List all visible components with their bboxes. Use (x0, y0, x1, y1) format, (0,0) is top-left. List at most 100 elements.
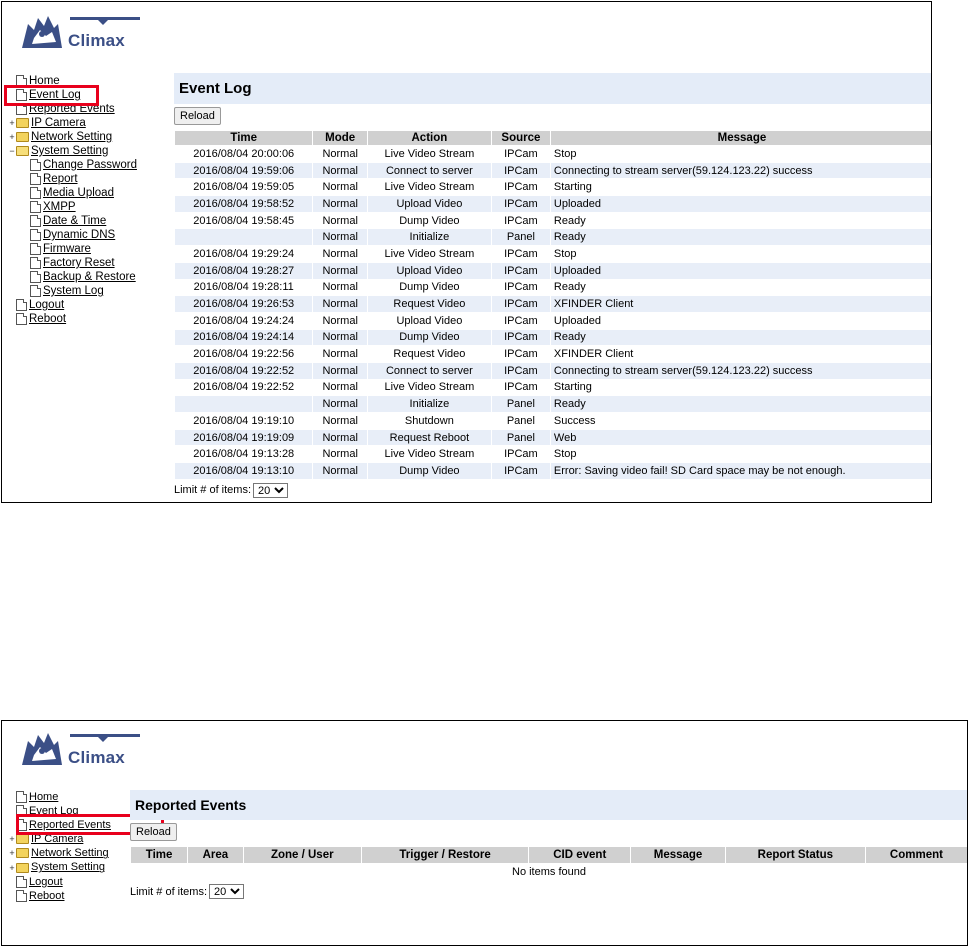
table-row: 2016/08/04 19:59:05 Normal Live Video Stre… (173, 178, 931, 197)
column-header-zone-user[interactable]: Zone / User (242, 846, 362, 864)
column-header-message[interactable]: Message (549, 130, 931, 146)
reload-button[interactable]: Reload (130, 823, 177, 841)
cell-action: Live Video Stream (366, 145, 492, 163)
column-header-trigger-restore[interactable]: Trigger / Restore (360, 846, 530, 864)
sidebar-item-label: Logout (29, 875, 63, 888)
climax-logo: Climax (18, 729, 140, 769)
cell-message: Stop (549, 445, 931, 464)
expand-icon[interactable]: + (8, 863, 16, 872)
sidebar-item-factory-reset[interactable]: Factory Reset (8, 256, 137, 270)
cell-mode: Normal (312, 145, 368, 163)
expand-icon[interactable]: + (8, 133, 16, 142)
event-log-highlight (4, 85, 99, 106)
cell-time: 2016/08/04 19:24:14 (173, 328, 314, 347)
sidebar-item-network-setting[interactable]: + Network Setting (8, 846, 111, 860)
folder-icon (16, 132, 29, 142)
sidebar-item-firmware[interactable]: Firmware (8, 242, 137, 256)
document-icon (30, 243, 41, 255)
reload-button[interactable]: Reload (174, 107, 221, 125)
sidebar-item-label: Logout (29, 299, 65, 311)
column-header-report-status[interactable]: Report Status (724, 846, 866, 864)
table-row: 2016/08/04 20:00:06 Normal Live Video Stre… (173, 145, 931, 163)
column-header-action[interactable]: Action (366, 130, 492, 146)
climax-logo-icon (22, 733, 62, 765)
sidebar-item-media-upload[interactable]: Media Upload (8, 186, 137, 200)
cell-mode: Normal (312, 428, 368, 447)
collapse-icon[interactable]: − (8, 147, 16, 156)
column-header-comment[interactable]: Comment (864, 846, 967, 864)
sidebar-item-label: Backup & Restore (43, 271, 136, 283)
sidebar-item-label: System Log (43, 285, 104, 297)
table-row: 2016/08/04 19:26:53 Normal Request Video IP… (173, 295, 931, 313)
cell-time: 2016/08/04 19:19:10 (173, 412, 314, 430)
cell-message: Ready (549, 228, 931, 247)
cell-time (173, 395, 314, 413)
sidebar-item-home[interactable]: Home (8, 790, 111, 804)
cell-mode: Normal (312, 361, 368, 380)
cell-action: Request Video (366, 345, 492, 363)
cell-message: XFINDER Client (549, 345, 931, 363)
limit-select[interactable]: 20 (253, 482, 289, 498)
column-header-area[interactable]: Area (187, 846, 244, 864)
cell-action: Dump Video (366, 278, 492, 297)
reported-events-screenshot: Climax Home Event Log Reported Events + IP C… (1, 720, 968, 946)
column-header-source[interactable]: Source (490, 130, 551, 146)
sidebar-item-backup-and-restore[interactable]: Backup & Restore (8, 270, 137, 284)
sidebar-item-date-and-time[interactable]: Date & Time (8, 214, 137, 228)
limit-select[interactable]: 20 (209, 884, 245, 899)
sidebar-item-reboot[interactable]: Reboot (8, 889, 111, 903)
sidebar-item-label: XMPP (43, 201, 76, 213)
document-icon (16, 889, 27, 902)
document-icon (30, 257, 41, 269)
page-title: Reported Events (130, 790, 967, 820)
cell-message: Uploaded (549, 195, 931, 213)
folder-icon (16, 862, 29, 873)
cell-time: 2016/08/04 19:13:10 (173, 462, 314, 480)
column-header-cid-event[interactable]: CID event (528, 846, 632, 864)
expand-icon[interactable]: + (8, 835, 16, 844)
cell-mode: Normal (312, 311, 368, 330)
cell-time: 2016/08/04 19:22:52 (173, 378, 314, 397)
sidebar-item-change-password[interactable]: Change Password (8, 158, 137, 172)
column-header-message[interactable]: Message (630, 846, 726, 864)
cell-action: Upload Video (366, 311, 492, 330)
column-header-time[interactable]: Time (129, 846, 189, 864)
document-icon (16, 313, 27, 325)
table-row: Normal Initialize Panel Ready (173, 395, 931, 413)
sidebar-item-report[interactable]: Report (8, 172, 137, 186)
cell-action: Live Video Stream (366, 178, 492, 197)
cell-action: Request Video (366, 295, 492, 313)
cell-source: IPCam (490, 328, 551, 347)
column-header-mode[interactable]: Mode (312, 130, 368, 146)
sidebar-item-label: Reboot (29, 889, 65, 902)
nav-tree: Home Event Log Reported Events + IP Camera + N… (8, 74, 137, 326)
sidebar-item-logout[interactable]: Logout (8, 875, 111, 889)
folder-icon (16, 834, 29, 845)
sidebar-item-system-setting[interactable]: − System Setting (8, 144, 137, 158)
sidebar-item-reboot[interactable]: Reboot (8, 312, 137, 326)
expand-icon[interactable]: + (8, 849, 16, 858)
cell-message: Ready (549, 395, 931, 413)
cell-message: Stop (549, 245, 931, 263)
cell-time: 2016/08/04 19:29:24 (173, 245, 314, 263)
sidebar-item-ip-camera[interactable]: + IP Camera (8, 116, 137, 130)
sidebar-item-xmpp[interactable]: XMPP (8, 200, 137, 214)
sidebar-item-label: Report (43, 173, 78, 185)
page-title: Event Log (174, 73, 931, 104)
table-row: 2016/08/04 19:22:52 Normal Live Video Stre… (173, 378, 931, 397)
expand-icon[interactable]: + (8, 119, 16, 128)
cell-source: IPCam (490, 278, 551, 297)
cell-time: 2016/08/04 19:59:06 (173, 161, 314, 180)
cell-time: 2016/08/04 20:00:06 (173, 145, 314, 163)
sidebar-item-system-setting[interactable]: + System Setting (8, 860, 111, 874)
sidebar-item-dynamic-dns[interactable]: Dynamic DNS (8, 228, 137, 242)
sidebar-item-network-setting[interactable]: + Network Setting (8, 130, 137, 144)
sidebar-item-logout[interactable]: Logout (8, 298, 137, 312)
main-content: Event Log Reload Time Mode Action Source Mes… (173, 73, 931, 498)
sidebar-item-system-log[interactable]: System Log (8, 284, 137, 298)
cell-message: Web (549, 428, 931, 447)
column-header-time[interactable]: Time (173, 130, 314, 146)
cell-message: Ready (549, 328, 931, 347)
folder-icon (16, 118, 29, 128)
cell-message: Connecting to stream server(59.124.123.2… (549, 161, 931, 180)
